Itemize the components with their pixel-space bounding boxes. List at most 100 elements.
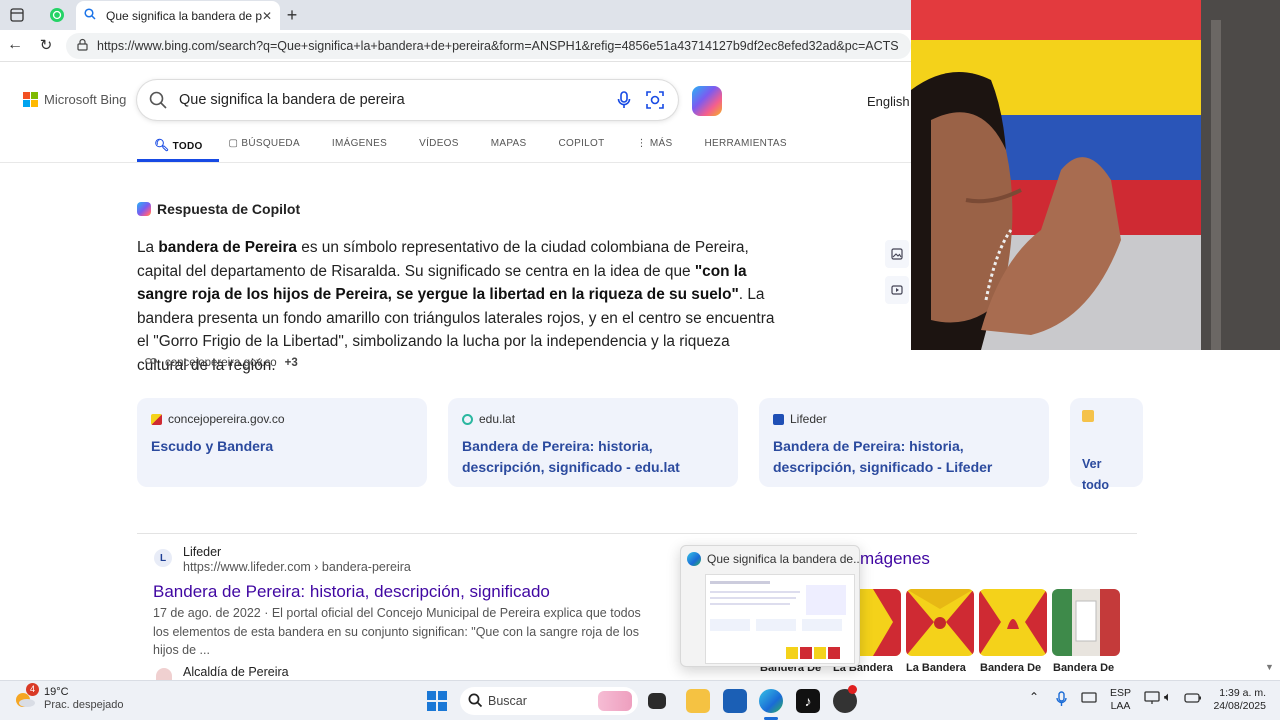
site-info-icon[interactable]	[76, 38, 89, 54]
display-icon[interactable]	[1081, 691, 1097, 709]
tab-todo[interactable]: 🔍︎ TODO	[137, 132, 219, 162]
taskbar-search[interactable]: Buscar	[460, 687, 638, 715]
volume-icon[interactable]: 🔈︎	[1164, 690, 1172, 703]
weather-widget[interactable]: 4 19°C Prac. despejado	[14, 683, 124, 712]
card-source: concejopereira.gov.co	[151, 412, 413, 426]
preview-thumbnail	[705, 574, 855, 664]
app-icon[interactable]	[833, 685, 857, 713]
tab-busqueda[interactable]: ▢ BÚSQUEDA	[219, 132, 316, 162]
search-nav-tabs: 🔍︎ TODO ▢ BÚSQUEDA IMÁGENES VÍDEOS MAPAS…	[137, 132, 803, 162]
card-title: Bandera de Pereira: historia, descripció…	[773, 438, 993, 475]
copilot-icon[interactable]	[692, 86, 722, 116]
tab-copilot[interactable]: COPILOT	[543, 132, 621, 162]
search-icon	[468, 693, 483, 711]
source-card-lifeder[interactable]: Lifeder Bandera de Pereira: historia, de…	[759, 398, 1049, 487]
tab-herramientas[interactable]: HERRAMIENTAS	[688, 132, 802, 162]
citation-row: concejopereira.gov.co +3	[145, 356, 298, 369]
logo-text: Microsoft Bing	[44, 92, 127, 107]
back-icon[interactable]: ←	[6, 36, 24, 54]
search-icon	[84, 8, 96, 23]
bing-logo[interactable]: Microsoft Bing	[23, 92, 126, 107]
image-label: Bandera De	[980, 662, 1042, 674]
more-icon: ⋮	[636, 138, 647, 149]
image-thumbnail[interactable]	[979, 589, 1047, 656]
language-indicator[interactable]: ESP LAA	[1110, 687, 1131, 713]
edulat-favicon-icon	[462, 413, 473, 425]
temperature: 19°C	[44, 686, 69, 698]
source-card-concejo[interactable]: concejopereira.gov.co Escudo y Bandera	[137, 398, 427, 487]
tiktok-icon[interactable]: ♪	[796, 689, 820, 713]
citation-link[interactable]: concejopereira.gov.co	[165, 357, 277, 369]
visual-search-icon[interactable]	[646, 91, 664, 113]
video-panel-icon[interactable]	[885, 276, 909, 304]
edge-icon	[687, 552, 701, 566]
network-icon[interactable]	[1144, 691, 1160, 709]
microsoft-store-icon[interactable]	[723, 689, 747, 713]
weather-text: 19°C Prac. despejado	[44, 686, 124, 712]
task-view-icon[interactable]	[648, 693, 666, 709]
new-tab-icon[interactable]: +	[283, 5, 301, 25]
image-thumbnail[interactable]	[906, 589, 974, 656]
tab-actions-icon[interactable]	[8, 6, 26, 24]
result-site-name[interactable]: Lifeder	[183, 545, 221, 559]
reload-icon[interactable]: ↻	[37, 36, 55, 54]
tab-imagenes[interactable]: IMÁGENES	[316, 132, 403, 162]
search-query: Que significa la bandera de pereira	[179, 92, 405, 108]
search-input[interactable]: Que significa la bandera de pereira	[137, 80, 678, 120]
weather-condition: Prac. despejado	[44, 699, 124, 711]
search-icon	[149, 91, 167, 113]
flamingo-icon	[598, 691, 632, 711]
weather-badge: 4	[26, 683, 39, 696]
image-panel-icon[interactable]	[885, 240, 909, 268]
clock-date: 24/08/2025	[1213, 700, 1266, 712]
notification-dot	[848, 685, 857, 694]
link-icon	[145, 356, 157, 369]
windows-start-icon[interactable]	[426, 690, 448, 717]
tab-videos[interactable]: VÍDEOS	[403, 132, 475, 162]
taskbar-window-preview[interactable]: Que significa la bandera de...	[680, 545, 860, 667]
battery-icon[interactable]	[1184, 691, 1202, 709]
result-title-link[interactable]: Bandera de Pereira: historia, descripció…	[153, 582, 550, 602]
header-divider	[0, 162, 911, 163]
card-title: Bandera de Pereira: historia, descripció…	[462, 438, 680, 475]
concejo-favicon-icon	[151, 413, 162, 425]
clock[interactable]: 1:39 a. m. 24/08/2025	[1210, 687, 1266, 713]
show-hidden-icons[interactable]: ⌃	[1029, 691, 1039, 704]
microphone-icon[interactable]	[617, 91, 631, 113]
image-thumbnail[interactable]	[1052, 589, 1120, 656]
tiktok-note-icon: ♪	[804, 693, 812, 709]
result-url[interactable]: https://www.lifeder.com › bandera-pereir…	[183, 560, 411, 574]
image-label: La Bandera	[906, 662, 966, 674]
chat-icon: ▢	[228, 138, 239, 149]
images-heading[interactable]: mágenes	[860, 549, 930, 569]
tab-mas[interactable]: ⋮ MÁS	[621, 132, 689, 162]
card-source: Lifeder	[773, 412, 1035, 426]
source-card-edulat[interactable]: edu.lat Bandera de Pereira: historia, de…	[448, 398, 738, 487]
microsoft-logo-icon	[23, 92, 38, 107]
scroll-down-icon[interactable]: ▼	[1265, 662, 1274, 672]
see-all-link: Ver todo	[1082, 457, 1110, 492]
preview-title: Que significa la bandera de...	[707, 552, 859, 566]
close-tab-icon[interactable]: ✕	[262, 9, 272, 23]
webcam-overlay	[911, 0, 1280, 350]
edge-icon[interactable]	[759, 689, 783, 713]
taskbar: 4 19°C Prac. despejado Buscar ♪ ⌃ ESP LA…	[0, 680, 1280, 720]
language-link[interactable]: English	[867, 94, 910, 109]
alcaldia-favicon-icon	[156, 668, 172, 680]
card-title: Escudo y Bandera	[151, 438, 274, 454]
copilot-answer-heading: Respuesta de Copilot	[137, 201, 300, 217]
tab-mapas[interactable]: MAPAS	[475, 132, 543, 162]
url-text: https://www.bing.com/search?q=Que+signif…	[97, 39, 899, 53]
weather-icon: 4	[14, 683, 39, 710]
more-citations[interactable]: +3	[285, 357, 298, 369]
result-site-name[interactable]: Alcaldía de Pereira	[183, 665, 289, 679]
see-all-card[interactable]: Ver todo	[1070, 398, 1143, 492]
file-explorer-icon[interactable]	[686, 689, 710, 713]
url-field[interactable]: https://www.bing.com/search?q=Que+signif…	[66, 33, 911, 59]
whatsapp-tab-icon[interactable]	[48, 6, 66, 24]
copilot-icon	[137, 202, 151, 216]
microphone-icon[interactable]	[1056, 691, 1067, 711]
image-label: Bandera De	[1053, 662, 1115, 674]
clock-time: 1:39 a. m.	[1219, 687, 1266, 699]
tab-bing-search[interactable]: Que significa la bandera de pereira ✕	[76, 1, 280, 30]
